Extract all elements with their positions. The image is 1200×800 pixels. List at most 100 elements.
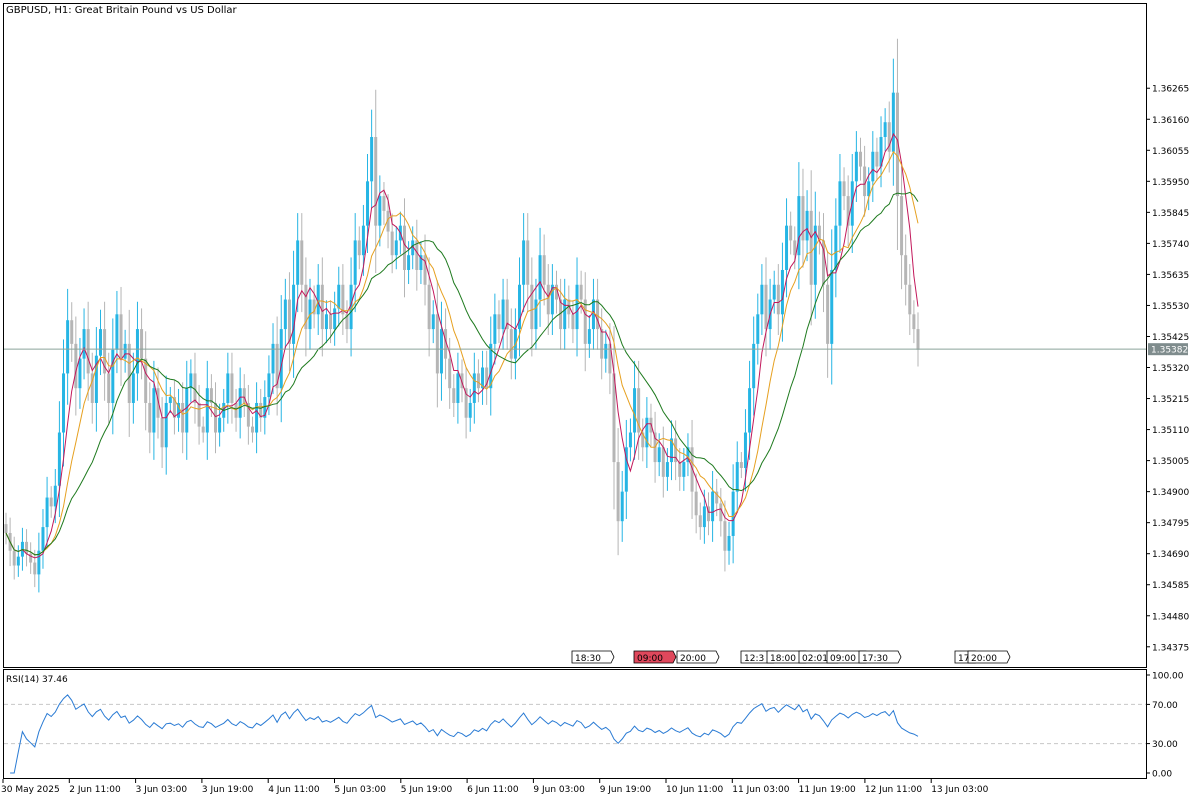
time-axis: 30 May 2025 2 Jun 11:00 3 Jun 03:00 3 Jun 1… (1, 779, 989, 795)
candle-body (66, 320, 70, 374)
rsi-line (10, 694, 919, 774)
price-tick-label: 1.35320 (1152, 364, 1189, 374)
candle-body (468, 402, 472, 418)
candle-body (546, 284, 550, 315)
candle-body (152, 388, 156, 433)
candle-body (33, 562, 37, 575)
time-tick-label: 2 Jun 11:00 (69, 785, 121, 795)
candle-body (891, 92, 895, 152)
candle-body (760, 284, 764, 315)
time-tick-label: 9 Jun 03:00 (533, 785, 585, 795)
candle-body (476, 373, 480, 389)
candle-body (538, 255, 542, 300)
candle-body (98, 329, 102, 356)
candle-body (452, 388, 456, 403)
candle-body (226, 373, 230, 403)
price-tick-label: 1.35215 (1152, 395, 1189, 405)
candle-body (735, 462, 739, 492)
chart-title: GBPUSD, H1: Great Britain Pound vs US Do… (6, 5, 238, 16)
candle-body (250, 426, 254, 433)
rsi-tick-label: 100.00 (1152, 672, 1184, 682)
candle-body (78, 358, 82, 389)
candle-body (49, 497, 53, 507)
price-tick-label: 1.35425 (1152, 333, 1189, 343)
time-tick-label: 4 Jun 11:00 (268, 785, 320, 795)
candle-body (382, 196, 386, 211)
event-marker-label: 12:3 (744, 654, 764, 664)
candle-body (119, 314, 123, 359)
candle-body (53, 485, 57, 507)
event-marker-label: 09:00 (830, 654, 856, 664)
candle-body (70, 320, 74, 344)
rsi-label: RSI(14) 37.46 (6, 675, 68, 685)
price-tick-label: 1.35110 (1152, 426, 1189, 436)
candle-body (575, 284, 579, 330)
candle-body (657, 447, 661, 463)
candle-body (563, 299, 567, 330)
price-tick-label: 1.35740 (1152, 240, 1189, 250)
current-price-label: 1.35382 (1151, 346, 1188, 356)
candle-body (267, 373, 271, 398)
price-tick-label: 1.34900 (1152, 488, 1189, 498)
candle-body (320, 284, 324, 330)
candle-body (912, 314, 916, 330)
candle-body (826, 284, 830, 344)
candle-body (218, 417, 222, 433)
candle-body (201, 426, 205, 433)
candle-body (472, 373, 476, 403)
candle-body (41, 527, 45, 551)
candle-body (431, 314, 435, 330)
candle-body (57, 432, 61, 486)
candle-body (772, 284, 776, 300)
candle-body (415, 240, 419, 270)
candle-body (135, 329, 139, 374)
candle-body (830, 269, 834, 344)
candle-body (764, 284, 768, 330)
candle-body (140, 329, 144, 359)
candle-body (838, 181, 842, 226)
candle-body (908, 284, 912, 315)
main-chart-frame (3, 3, 1147, 668)
candle-body (702, 506, 706, 528)
candle-body (197, 402, 201, 427)
candle-body (900, 196, 904, 256)
candle-body (205, 388, 209, 433)
candle-body (509, 329, 513, 359)
time-tick-label: 5 Jun 19:00 (401, 785, 453, 795)
chart: GBPUSD, H1: Great Britain Pound vs US Do… (1, 3, 1189, 795)
time-tick-label: 6 Jun 11:00 (467, 785, 519, 795)
candle-body (497, 314, 501, 330)
candle-body (834, 225, 838, 270)
candle-body (858, 151, 862, 167)
candle-body (82, 329, 86, 359)
candle-body (785, 225, 789, 270)
candle-body (337, 284, 341, 309)
candle-body (739, 462, 743, 468)
candle-body (493, 314, 497, 344)
rsi-tick-label: 0.00 (1152, 770, 1172, 780)
candle-body (694, 491, 698, 516)
candle-body (160, 417, 164, 448)
candle-body (296, 240, 300, 285)
candle-body (789, 225, 793, 241)
candle-body (370, 136, 374, 182)
candle-body (579, 284, 583, 300)
candle-body (25, 541, 29, 554)
candle-body (189, 373, 193, 389)
price-tick-label: 1.35950 (1152, 178, 1189, 188)
candle-body (661, 447, 665, 477)
candle-body (842, 181, 846, 197)
candle-body (571, 314, 575, 330)
candle-body (148, 402, 152, 433)
candle-body (871, 151, 875, 182)
candle-body (526, 240, 530, 285)
candle-body (587, 329, 591, 344)
event-marker-label: 18:30 (575, 654, 601, 664)
candle-body (62, 373, 66, 433)
candle-body (300, 240, 304, 285)
candle-body (448, 358, 452, 389)
event-marker-label: 20:00 (680, 654, 706, 664)
time-tick-label: 30 May 2025 (1, 785, 60, 795)
candle-body (743, 432, 747, 468)
candle-body (353, 240, 357, 285)
